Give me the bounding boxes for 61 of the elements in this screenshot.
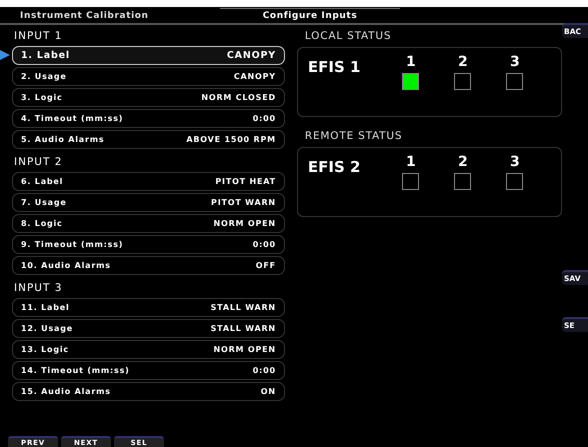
setting-value: CANOPY [226, 50, 276, 61]
setting-value: STALL WARN [210, 324, 276, 333]
setting-value: 0:00 [252, 114, 276, 123]
setting-label: 11. Label [21, 303, 70, 312]
setting-label: 2. Usage [21, 72, 67, 81]
setting-label: 13. Logic [21, 345, 69, 354]
section-heading: INPUT 3 [14, 282, 64, 294]
setting-row[interactable]: 4. Timeout (mm:ss) 0:00 [12, 109, 285, 128]
setting-label: 1. Label [21, 50, 70, 61]
setting-value: NORM CLOSED [201, 93, 276, 102]
setting-value: 0:00 [252, 366, 276, 375]
setting-label: 14. Timeout (mm:ss) [21, 366, 130, 375]
setting-label: 10. Audio Alarms [21, 261, 111, 270]
status-heading: LOCAL STATUS [304, 30, 392, 42]
channel-number: 3 [510, 54, 520, 70]
setting-label: 4. Timeout (mm:ss) [21, 114, 124, 123]
tab[interactable]: Instrument Calibration [10, 9, 180, 23]
setting-row[interactable]: 11. Label STALL WARN [12, 298, 285, 317]
setting-row[interactable]: 7. Usage PITOT WARN [12, 193, 285, 212]
section-heading: INPUT 1 [14, 30, 64, 42]
setting-row[interactable]: 15. Audio Alarms ON [12, 382, 285, 401]
setting-value: ON [260, 387, 276, 396]
setting-value: PITOT HEAT [215, 177, 276, 186]
setting-row[interactable]: 9. Timeout (mm:ss) 0:00 [12, 235, 285, 254]
setting-label: 7. Usage [21, 198, 67, 207]
setting-row[interactable]: 14. Timeout (mm:ss) 0:00 [12, 361, 285, 380]
setting-label: 6. Label [21, 177, 64, 186]
pointer-arrow-icon [0, 50, 10, 60]
setting-row[interactable]: 2. Usage CANOPY [12, 67, 285, 86]
channel-number: 3 [510, 154, 520, 170]
setting-value: CANOPY [234, 72, 276, 81]
channel-number: 2 [458, 154, 468, 170]
setting-row[interactable]: 12. Usage STALL WARN [12, 319, 285, 338]
channel-number: 2 [458, 54, 468, 70]
efis-label: EFIS 2 [308, 158, 362, 178]
status-heading: REMOTE STATUS [304, 130, 404, 142]
setting-row[interactable]: 3. Logic NORM CLOSED [12, 88, 285, 107]
setting-label: 8. Logic [21, 219, 63, 228]
setting-row[interactable]: 10. Audio Alarms OFF [12, 256, 285, 275]
setting-row[interactable]: 1. Label CANOPY [12, 46, 285, 65]
setting-label: 3. Logic [21, 93, 63, 102]
setting-label: 9. Timeout (mm:ss) [21, 240, 124, 249]
setting-label: 15. Audio Alarms [21, 387, 111, 396]
setting-row[interactable]: 6. Label PITOT HEAT [12, 172, 285, 191]
channel-number: 1 [406, 54, 416, 70]
setting-value: 0:00 [252, 240, 276, 249]
setting-value: OFF [256, 261, 276, 270]
setting-label: 12. Usage [21, 324, 73, 333]
setting-value: STALL WARN [210, 303, 276, 312]
setting-value: NORM OPEN [213, 219, 276, 228]
setting-row[interactable]: 5. Audio Alarms ABOVE 1500 RPM [12, 130, 285, 149]
channel-number: 1 [406, 154, 416, 170]
setting-value: ABOVE 1500 RPM [186, 135, 276, 144]
section-heading: INPUT 2 [14, 156, 64, 168]
setting-row[interactable]: 13. Logic NORM OPEN [12, 340, 285, 359]
efis-label: EFIS 1 [308, 58, 362, 78]
tab[interactable]: Configure Inputs [220, 8, 400, 23]
setting-label: 5. Audio Alarms [21, 135, 104, 144]
setting-value: NORM OPEN [213, 345, 276, 354]
setting-value: PITOT WARN [211, 198, 276, 207]
setting-row[interactable]: 8. Logic NORM OPEN [12, 214, 285, 233]
